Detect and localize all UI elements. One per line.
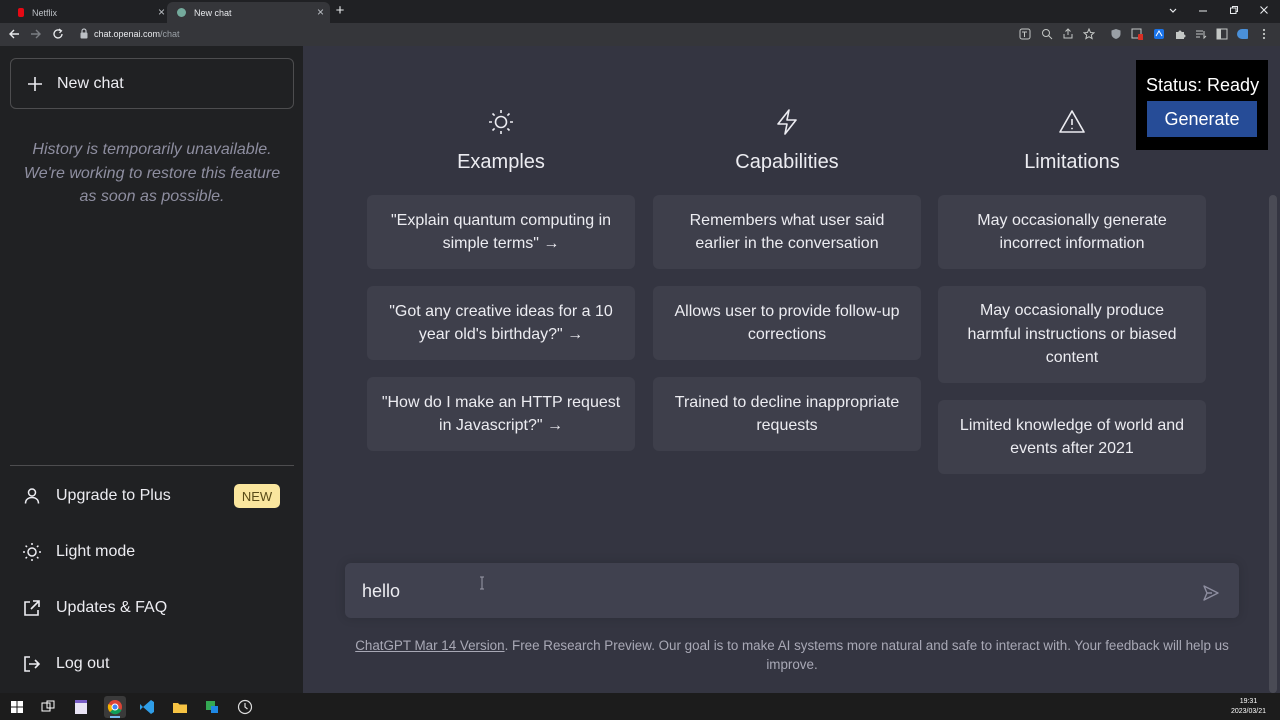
share-icon[interactable] (1062, 28, 1074, 40)
zoom-icon[interactable] (1041, 28, 1053, 40)
bookmark-star-icon[interactable] (1083, 28, 1095, 40)
example-card[interactable]: "How do I make an HTTP request in Javasc… (367, 377, 635, 451)
send-icon[interactable] (1202, 584, 1220, 602)
browser-tab-bar: Netflix × New chat × + (0, 0, 1280, 23)
address-bar[interactable]: chat.openai.com/chat (94, 29, 180, 39)
new-chat-button[interactable]: New chat (10, 58, 294, 109)
sun-icon (23, 543, 41, 561)
column-title-limitations: Limitations (1024, 151, 1120, 173)
task-view-icon[interactable] (37, 696, 59, 718)
reload-icon[interactable] (52, 28, 64, 40)
capability-card: Allows user to provide follow-up correct… (653, 286, 921, 360)
notepad-app-icon[interactable] (70, 696, 92, 718)
sidebar-item-label: Light mode (56, 543, 136, 560)
openai-favicon-icon (177, 8, 186, 17)
lightning-icon (777, 109, 797, 135)
more-menu-icon[interactable] (1260, 28, 1272, 40)
generate-button[interactable]: Generate (1147, 101, 1257, 137)
clock-app-icon[interactable] (234, 696, 256, 718)
browser-toolbar: chat.openai.com/chat (0, 23, 1280, 46)
blue-extension-icon[interactable] (1153, 28, 1165, 40)
restore-icon[interactable] (1229, 5, 1239, 15)
file-explorer-app-icon[interactable] (169, 696, 191, 718)
back-arrow-icon[interactable] (8, 28, 20, 40)
close-icon[interactable]: × (158, 5, 165, 19)
sidebar-divider (10, 465, 294, 466)
new-tab-button[interactable]: + (333, 2, 347, 19)
close-icon[interactable]: × (317, 5, 324, 19)
side-panel-icon[interactable] (1216, 28, 1228, 40)
status-text: Status: Ready (1146, 75, 1260, 95)
reading-list-icon[interactable] (1195, 28, 1207, 40)
clock-time: 19:31 (1239, 698, 1258, 705)
minimize-icon[interactable] (1198, 6, 1208, 16)
tab-search-chevron-icon[interactable] (1168, 6, 1178, 16)
forward-arrow-icon[interactable] (30, 28, 42, 40)
sidebar-item-label: Upgrade to Plus (56, 487, 171, 504)
history-unavailable-notice: History is temporarily unavailable. We'r… (23, 141, 281, 205)
footer-text: . Free Research Preview. Our goal is to … (504, 638, 1229, 672)
capability-card: Trained to decline inappropriate request… (653, 377, 921, 451)
shield-extension-icon[interactable] (1110, 28, 1122, 40)
example-card[interactable]: "Explain quantum computing in simple ter… (367, 195, 635, 269)
sidebar-item-light-mode[interactable]: Light mode (22, 540, 292, 564)
translate-icon[interactable] (1019, 28, 1031, 40)
profile-avatar-icon[interactable] (1236, 28, 1248, 40)
logout-icon (24, 656, 41, 672)
sidebar-item-label: Updates & FAQ (56, 599, 168, 616)
column-title-capabilities: Capabilities (735, 151, 839, 173)
chrome-app-icon[interactable] (104, 696, 126, 718)
url-path: /chat (160, 29, 180, 39)
footer-disclaimer: ChatGPT Mar 14 Version. Free Research Pr… (345, 636, 1239, 674)
sidebar: New chat History is temporarily unavaila… (0, 46, 303, 693)
vscode-app-icon[interactable] (136, 696, 158, 718)
plus-icon (28, 77, 42, 91)
limitation-card: May occasionally produce harmful instruc… (938, 286, 1206, 383)
new-chat-label: New chat (57, 74, 124, 92)
limitation-card: Limited knowledge of world and events af… (938, 400, 1206, 474)
tab-title: New chat (194, 7, 232, 18)
sidebar-item-label: Log out (56, 655, 110, 672)
scrollbar[interactable] (1269, 195, 1277, 693)
example-card[interactable]: "Got any creative ideas for a 10 year ol… (367, 286, 635, 360)
text-cursor-icon (480, 576, 484, 590)
external-link-icon (24, 600, 40, 616)
netflix-favicon-icon (18, 8, 24, 17)
warning-icon (1059, 110, 1085, 133)
system-clock[interactable]: 19:31 2023/03/21 (1231, 697, 1266, 717)
sidebar-item-updates-faq[interactable]: Updates & FAQ (22, 596, 292, 620)
puzzle-extensions-icon[interactable] (1174, 28, 1186, 40)
message-composer[interactable] (345, 563, 1239, 618)
capability-card: Remembers what user said earlier in the … (653, 195, 921, 269)
user-icon (24, 488, 40, 504)
tab-title: Netflix (32, 7, 58, 18)
clock-date: 2023/03/21 (1230, 708, 1266, 715)
limitation-card: May occasionally generate incorrect info… (938, 195, 1206, 269)
sidebar-item-log-out[interactable]: Log out (22, 652, 292, 676)
lock-icon[interactable] (80, 28, 88, 39)
green-tool-app-icon[interactable] (201, 696, 223, 718)
browser-tab-new-chat[interactable]: New chat × (167, 2, 330, 23)
status-overlay: Status: Ready Generate (1136, 60, 1268, 150)
screen: Netflix × New chat × + chat.openai.com/c… (0, 0, 1280, 720)
browser-tab-netflix[interactable]: Netflix × (8, 2, 171, 23)
version-link[interactable]: ChatGPT Mar 14 Version (355, 638, 504, 653)
taskbar: 19:31 2023/03/21 (0, 693, 1280, 720)
windows-start-icon[interactable] (6, 696, 28, 718)
new-badge: NEW (234, 484, 280, 508)
sun-icon (489, 110, 513, 134)
window-close-icon[interactable] (1259, 5, 1269, 15)
extension-badge-icon[interactable] (1131, 28, 1143, 40)
url-host: chat.openai.com (94, 29, 161, 39)
column-title-examples: Examples (457, 151, 545, 173)
